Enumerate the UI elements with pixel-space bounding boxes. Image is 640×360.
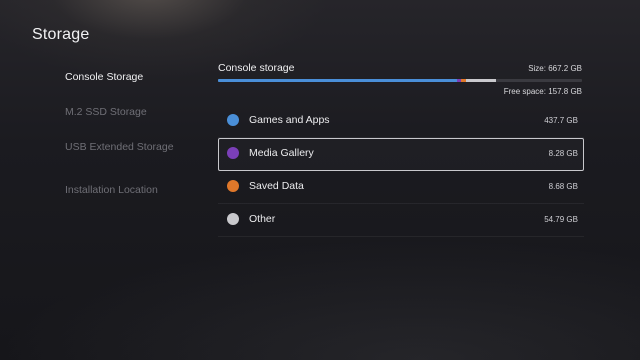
saved-data-color-dot-icon xyxy=(227,180,239,192)
category-size: 437.7 GB xyxy=(544,116,578,125)
media-gallery-color-dot-icon xyxy=(227,147,239,159)
category-label: Saved Data xyxy=(249,180,304,192)
page-title: Storage xyxy=(32,26,90,43)
sidebar-item-installation-location[interactable]: Installation Location xyxy=(65,184,158,196)
category-row-saved-data[interactable]: Saved Data 8.68 GB xyxy=(218,171,584,204)
sidebar-item-console-storage[interactable]: Console Storage xyxy=(65,71,143,83)
sidebar-item-usb-extended-storage[interactable]: USB Extended Storage xyxy=(65,141,174,153)
category-label: Games and Apps xyxy=(249,114,330,126)
storage-panel: Console storage Size: 667.2 GB Free spac… xyxy=(218,62,584,237)
category-size: 8.28 GB xyxy=(548,149,578,158)
category-size: 54.79 GB xyxy=(544,215,578,224)
games-and-apps-color-dot-icon xyxy=(227,114,239,126)
usage-segment-other xyxy=(466,79,496,82)
category-row-media-gallery[interactable]: Media Gallery 8.28 GB xyxy=(218,138,584,171)
category-label: Other xyxy=(249,213,276,225)
storage-size: Size: 667.2 GB xyxy=(528,64,582,73)
storage-title: Console storage xyxy=(218,62,295,74)
category-row-games-and-apps[interactable]: Games and Apps 437.7 GB xyxy=(218,105,584,138)
other-color-dot-icon xyxy=(227,213,239,225)
storage-usage-bar xyxy=(218,79,582,82)
storage-header: Console storage Size: 667.2 GB xyxy=(218,62,584,78)
category-size: 8.68 GB xyxy=(548,182,578,191)
category-label: Media Gallery xyxy=(249,147,314,159)
usage-segment-games-and-apps xyxy=(218,79,457,82)
category-row-other[interactable]: Other 54.79 GB xyxy=(218,204,584,237)
storage-category-list: Games and Apps 437.7 GB Media Gallery 8.… xyxy=(218,105,584,237)
sidebar-item-m2-ssd-storage[interactable]: M.2 SSD Storage xyxy=(65,106,147,118)
free-space: Free space: 157.8 GB xyxy=(503,87,582,96)
